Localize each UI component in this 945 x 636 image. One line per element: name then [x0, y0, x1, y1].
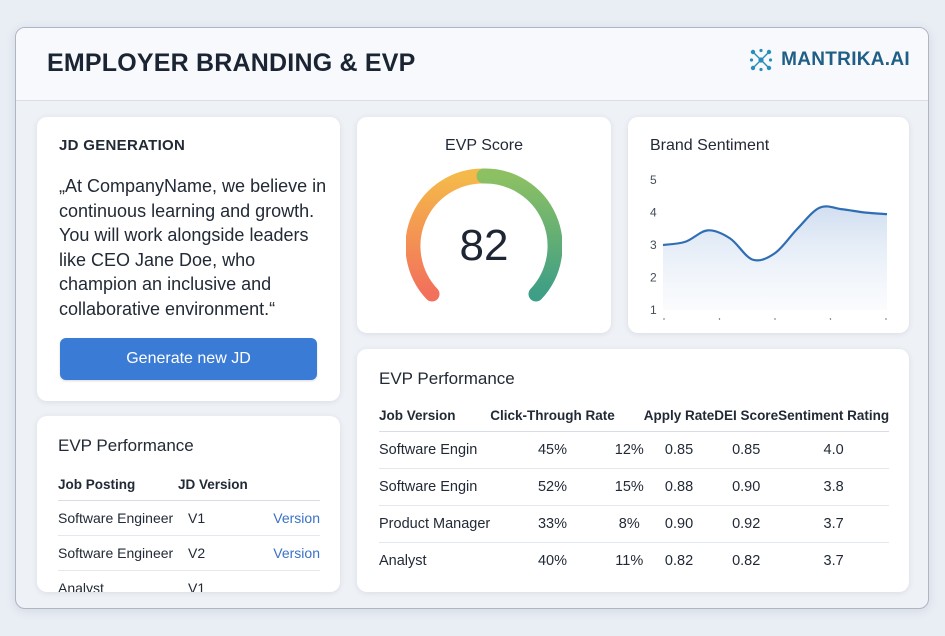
table-row: Software Engin 45% 12% 0.85 0.85 4.0	[379, 431, 890, 469]
table-cell: 4.0	[778, 431, 890, 469]
page-title: EMPLOYER BRANDING & EVP	[47, 49, 416, 77]
table-cell: V1	[178, 500, 258, 536]
table-cell: 3.7	[823, 553, 844, 569]
table-cell: 0.90	[643, 505, 715, 543]
table-cell: 3.7	[778, 505, 890, 543]
version-link[interactable]: Version	[258, 500, 320, 536]
table-cell: 15%	[614, 468, 644, 506]
column-header: DEI Score	[714, 399, 779, 432]
sentiment-area	[663, 206, 887, 310]
table-cell: Software Engineer	[58, 500, 178, 536]
evp-performance-small-table: Job Posting JD Version Software Engineer…	[58, 468, 320, 592]
evp-performance-table: Job Version Click-Through Rate Apply Rat…	[379, 399, 890, 580]
brand-name: MANTRIKA.AI	[781, 49, 910, 70]
table-cell: 3.8	[778, 468, 890, 506]
table-row: Software Engineer V2 Version	[58, 535, 320, 571]
page-header: EMPLOYER BRANDING & EVP MANTRIKA.AI	[16, 28, 928, 101]
y-tick-label: 5	[650, 173, 657, 187]
evp-performance-small-title: EVP Performance	[58, 436, 194, 455]
table-cell: 33%	[490, 505, 615, 543]
evp-score-title: EVP Score	[445, 137, 523, 154]
table-cell: 12%	[614, 431, 644, 469]
table-cell: 40%	[537, 553, 567, 569]
column-header: Job Version	[379, 399, 491, 432]
table-cell: 52%	[490, 468, 615, 506]
evp-score-card: EVP Score 82	[357, 117, 611, 333]
jd-generation-heading: JD GENERATION	[59, 137, 186, 154]
evp-performance-small-card: EVP Performance Job Posting JD Version S…	[37, 416, 340, 592]
table-cell: 45%	[490, 431, 615, 469]
table-row: Analyst 40% 11% 0.82 0.82 3.7	[379, 543, 889, 580]
table-cell: Analyst	[58, 570, 178, 592]
table-cell: V2	[178, 535, 258, 571]
column-header	[614, 399, 644, 432]
brand-sentiment-title: Brand Sentiment	[650, 137, 770, 154]
evp-score-gauge: 82	[406, 168, 562, 302]
table-cell: Analyst	[379, 553, 427, 569]
evp-performance-title: EVP Performance	[379, 369, 515, 388]
table-cell: Product Manager	[379, 505, 491, 543]
generate-jd-button[interactable]: Generate new JD	[60, 338, 317, 380]
table-row: Software Engineer V1 Version	[58, 500, 320, 536]
table-cell: 0.82	[732, 553, 761, 569]
y-tick-label: 1	[650, 303, 657, 317]
table-cell: 0.85	[714, 431, 779, 469]
app-window: EMPLOYER BRANDING & EVP MANTRIKA.AI JD G…	[15, 27, 929, 609]
version-link[interactable]: Version	[258, 535, 320, 571]
table-cell: V1	[178, 570, 258, 592]
evp-performance-card: EVP Performance Job Version Click-Throug…	[357, 349, 909, 592]
table-cell: Software Engin	[379, 468, 491, 506]
table-cell: 0.88	[643, 468, 715, 506]
column-header	[258, 468, 320, 501]
column-header: JD Version	[178, 468, 258, 501]
table-row: Software Engin 52% 15% 0.88 0.90 3.8	[379, 468, 890, 506]
table-row: Product Manager 33% 8% 0.90 0.92 3.7	[379, 505, 890, 543]
table-row: Analyst V1	[58, 570, 320, 592]
jd-generated-text: „At CompanyName, we believe in continuou…	[59, 176, 327, 319]
y-tick-label: 3	[650, 238, 657, 252]
table-cell: Software Engineer	[58, 535, 178, 571]
brand-sentiment-card: 5 4 3 2 1 Brand Sentiment	[628, 117, 909, 333]
column-header: Sentiment Rating	[778, 399, 890, 432]
version-link	[258, 570, 320, 592]
y-tick-label: 4	[650, 206, 657, 220]
table-cell: 8%	[614, 505, 644, 543]
column-header: Click-Through Rate	[490, 399, 615, 432]
table-cell: 0.82	[664, 553, 694, 569]
table-cell: 0.85	[643, 431, 715, 469]
table-cell: 11%	[615, 553, 644, 569]
table-header-row: Job Version Click-Through Rate Apply Rat…	[379, 399, 890, 432]
table-header-row: Job Posting JD Version	[58, 468, 320, 501]
column-header: Job Posting	[58, 468, 178, 501]
table-cell: 0.92	[714, 505, 779, 543]
y-tick-label: 2	[650, 271, 657, 285]
table-cell: 0.90	[714, 468, 779, 506]
column-header: Apply Rate	[643, 399, 715, 432]
evp-score-value: 82	[460, 221, 509, 270]
brand-logo: MANTRIKA.AI	[749, 48, 910, 72]
network-nodes-icon	[749, 48, 773, 72]
table-cell: Software Engin	[379, 431, 491, 469]
jd-generation-card: JD GENERATION „At CompanyName, we believ…	[37, 117, 340, 401]
